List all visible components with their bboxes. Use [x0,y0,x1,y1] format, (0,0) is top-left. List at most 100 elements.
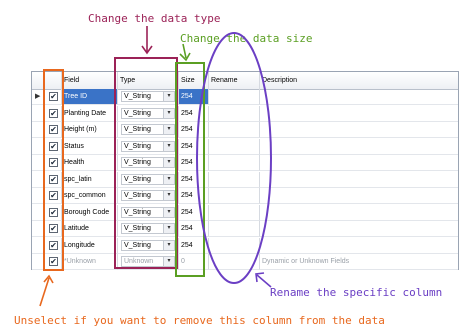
row-selector[interactable] [32,221,45,237]
rename-cell[interactable] [209,89,260,105]
description-cell[interactable]: Dynamic or Unknown Fields [260,254,458,270]
table-row[interactable]: ✔ spc_common V_String ▾ 254 [32,188,458,204]
checkbox-checked-icon[interactable]: ✔ [49,224,58,233]
row-selector[interactable] [32,155,45,171]
checkbox-checked-icon[interactable]: ✔ [49,92,58,101]
table-row[interactable]: ✔ Latitude V_String ▾ 254 [32,221,458,237]
table-row[interactable]: ▶ ✔ Tree ID V_String ▾ 254 [32,89,458,105]
description-cell[interactable] [260,106,458,122]
rename-cell[interactable] [209,138,260,155]
chevron-down-icon[interactable]: ▾ [163,108,174,118]
field-name-cell[interactable]: Latitude [62,221,118,237]
size-cell[interactable]: 254 [179,237,209,254]
description-cell[interactable] [260,172,458,188]
size-cell[interactable]: 0 [179,254,209,270]
size-cell[interactable]: 254 [179,89,209,105]
checkbox-checked-icon[interactable]: ✔ [49,174,58,184]
type-dropdown[interactable]: V_String ▾ [121,157,175,168]
type-dropdown[interactable]: V_String ▾ [121,223,175,234]
chevron-down-icon[interactable]: ▾ [163,240,174,250]
table-row[interactable]: ✔ Height (m) V_String ▾ 254 [32,122,458,138]
field-name-cell[interactable]: Tree ID [62,89,118,105]
chevron-down-icon[interactable]: ▾ [163,257,174,266]
row-selector[interactable] [32,122,45,138]
checkbox-checked-icon[interactable]: ✔ [49,257,58,266]
rename-cell[interactable] [209,155,260,171]
type-dropdown[interactable]: V_String ▾ [121,239,175,251]
size-cell[interactable]: 254 [179,155,209,171]
type-dropdown[interactable]: V_String ▾ [121,140,175,152]
chevron-down-icon[interactable]: ▾ [163,92,174,101]
size-cell[interactable]: 254 [179,138,209,155]
type-dropdown[interactable]: V_String ▾ [121,190,175,201]
checkbox-checked-icon[interactable]: ✔ [49,191,58,200]
checkbox-checked-icon[interactable]: ✔ [49,125,58,134]
checkbox-checked-icon[interactable]: ✔ [49,158,58,167]
field-name-cell[interactable]: Planting Date [62,105,118,122]
rename-cell[interactable] [209,221,260,237]
header-type[interactable]: Type [118,72,179,89]
size-cell[interactable]: 254 [179,171,209,188]
rename-cell[interactable] [209,254,260,270]
table-row[interactable]: ✔ Status V_String ▾ 254 [32,138,458,155]
description-cell[interactable] [260,188,458,204]
checkbox-checked-icon[interactable]: ✔ [49,240,58,250]
rename-cell[interactable] [209,122,260,138]
rename-cell[interactable] [209,171,260,188]
checkbox-checked-icon[interactable]: ✔ [49,207,58,217]
type-dropdown[interactable]: V_String ▾ [121,107,175,119]
size-cell[interactable]: 254 [179,105,209,122]
description-cell[interactable] [260,139,458,155]
rename-cell[interactable] [209,188,260,204]
table-row[interactable]: ✔ Borough Code V_String ▾ 254 [32,204,458,221]
chevron-down-icon[interactable]: ▾ [163,191,174,200]
field-name-cell[interactable]: Status [62,138,118,155]
table-row[interactable]: ✔ Health V_String ▾ 254 [32,155,458,171]
row-selector[interactable] [32,188,45,204]
checkbox-checked-icon[interactable]: ✔ [49,108,58,118]
table-row[interactable]: ✔ Planting Date V_String ▾ 254 [32,105,458,122]
row-selector[interactable] [32,105,45,122]
type-dropdown[interactable]: Unknown ▾ [121,256,175,267]
chevron-down-icon[interactable]: ▾ [163,174,174,184]
header-description[interactable]: Description [260,72,458,89]
chevron-down-icon[interactable]: ▾ [163,158,174,167]
type-dropdown[interactable]: V_String ▾ [121,91,175,102]
type-dropdown[interactable]: V_String ▾ [121,206,175,218]
description-cell[interactable] [260,238,458,254]
rename-cell[interactable] [209,237,260,254]
row-selector[interactable]: ▶ [32,89,45,105]
field-name-cell[interactable]: Health [62,155,118,171]
field-name-cell[interactable]: *Unknown [62,254,118,270]
description-cell[interactable] [260,221,458,237]
size-cell[interactable]: 254 [179,188,209,204]
field-name-cell[interactable]: Longitude [62,237,118,254]
field-name-cell[interactable]: spc_latin [62,171,118,188]
row-selector[interactable] [32,204,45,221]
row-selector[interactable] [32,237,45,254]
row-selector[interactable] [32,138,45,155]
field-name-cell[interactable]: Height (m) [62,122,118,138]
row-selector[interactable] [32,171,45,188]
header-rename[interactable]: Rename [209,72,260,89]
chevron-down-icon[interactable]: ▾ [163,207,174,217]
checkbox-checked-icon[interactable]: ✔ [49,141,58,151]
field-name-cell[interactable]: spc_common [62,188,118,204]
table-row[interactable]: ✔ *Unknown Unknown ▾ 0 Dynamic or Unknown Fie… [32,254,458,270]
chevron-down-icon[interactable]: ▾ [163,125,174,134]
rename-cell[interactable] [209,105,260,122]
type-dropdown[interactable]: V_String ▾ [121,173,175,185]
size-cell[interactable]: 254 [179,204,209,221]
rename-cell[interactable] [209,204,260,221]
type-dropdown[interactable]: V_String ▾ [121,124,175,135]
description-cell[interactable] [260,122,458,138]
size-cell[interactable]: 254 [179,221,209,237]
table-row[interactable]: ✔ spc_latin V_String ▾ 254 [32,171,458,188]
header-field[interactable]: Field [62,72,118,89]
chevron-down-icon[interactable]: ▾ [163,224,174,233]
row-selector[interactable] [32,254,45,270]
description-cell[interactable] [260,89,458,105]
size-cell[interactable]: 254 [179,122,209,138]
description-cell[interactable] [260,155,458,171]
field-name-cell[interactable]: Borough Code [62,204,118,221]
